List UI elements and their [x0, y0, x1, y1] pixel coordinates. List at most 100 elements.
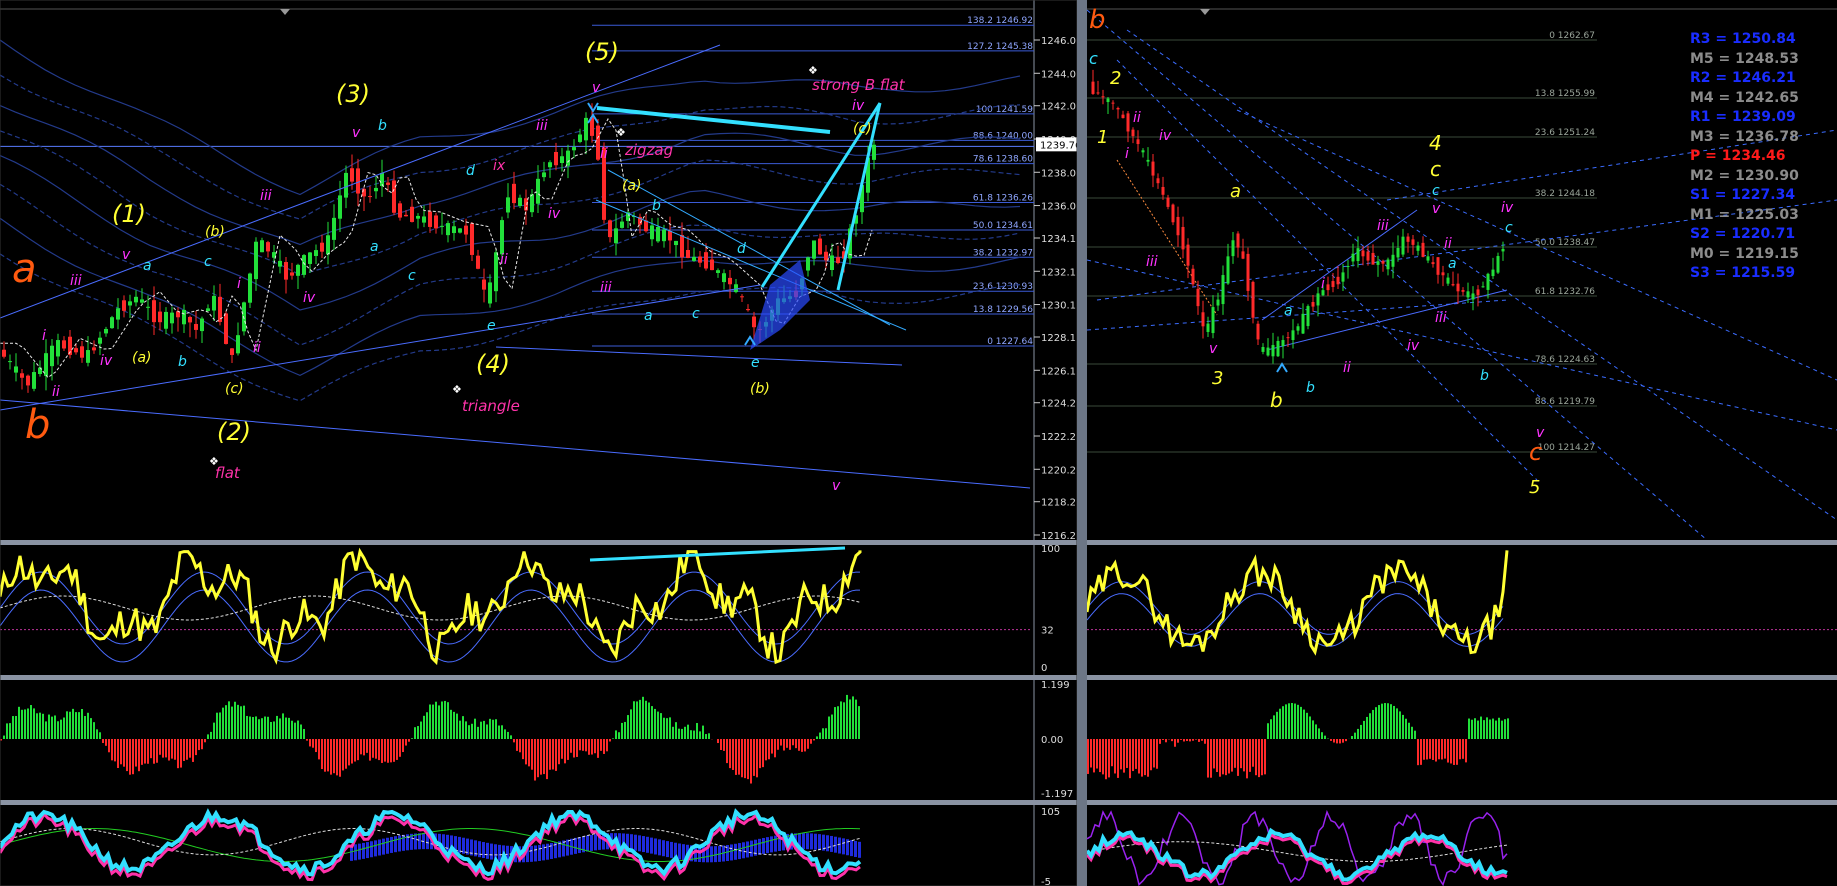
macd-bar [1489, 719, 1491, 739]
macd-bar [1465, 739, 1467, 763]
candle-body [350, 168, 354, 182]
macd-bar [1321, 732, 1323, 739]
macd-bar [1477, 720, 1479, 739]
macd-bar [801, 739, 803, 752]
stoch-hist-bar [746, 841, 749, 858]
candle-body [236, 335, 240, 354]
macd-bar [54, 715, 56, 739]
macd-bar [582, 739, 584, 751]
candle-body [1171, 204, 1175, 223]
fib-level-label: 13.8 1255.99 [1535, 89, 1595, 99]
diamond-marker: ❖ [209, 455, 219, 468]
candle-body [1231, 240, 1235, 257]
macd-bar [1273, 715, 1275, 739]
macd-bar [768, 739, 770, 760]
candle-body [290, 272, 294, 276]
candle-body [1426, 256, 1430, 261]
stoch-hist-bar [658, 839, 661, 856]
macd-bar [462, 716, 464, 739]
macd-bar [276, 715, 278, 739]
macd-bar [93, 722, 95, 739]
macd-bar [687, 724, 689, 739]
candle-body [662, 229, 666, 242]
wave-label-a: a [1230, 181, 1241, 202]
highlight-fill [750, 260, 810, 350]
stoch-hist-bar [394, 836, 397, 853]
macd-bar [1435, 739, 1437, 762]
pivot-points-list: R3 = 1250.84 M5 = 1248.53 R2 = 1246.21 M… [1690, 30, 1830, 284]
macd-bar [648, 702, 650, 739]
wave-sublabel: a [143, 258, 152, 274]
macd-bar [522, 739, 524, 760]
macd-bar [603, 739, 605, 754]
wave-sublabel: v [352, 125, 361, 141]
candle-body [1441, 272, 1445, 276]
trading-workspace: 138.2 1246.92 127.2 1245.38 100 1241.59 88.… [0, 0, 1837, 886]
left-chart-window[interactable]: 138.2 1246.92 127.2 1245.38 100 1241.59 88.… [0, 0, 1077, 886]
macd-bar [1426, 739, 1428, 760]
wave-sublabel: ii [1133, 110, 1141, 126]
candle-body [716, 270, 720, 273]
macd-bar [1138, 739, 1140, 774]
wave-sublabel: i [42, 328, 46, 344]
macd-bar [168, 739, 170, 761]
candle-body [1356, 248, 1360, 262]
macd-bar [639, 699, 641, 739]
macd-bar [507, 731, 509, 739]
candle-body [614, 228, 618, 244]
fib-level-label: 23.6 1251.24 [1535, 128, 1595, 138]
stoch-hist-bar [370, 841, 373, 858]
macd-bar [1186, 739, 1188, 742]
stoch-hist-bar [534, 845, 537, 862]
diamond-marker: ❖ [452, 383, 462, 396]
macd-bar [1255, 739, 1257, 776]
candle-body [110, 317, 114, 329]
candle-body [824, 251, 828, 261]
price-tick-label: 1246.03 [1041, 36, 1077, 47]
macd-bar [372, 739, 374, 758]
macd-bar [699, 731, 701, 739]
candle-body [308, 252, 312, 264]
macd-bar [597, 739, 599, 758]
macd-bar [291, 720, 293, 739]
candle-body [818, 238, 822, 255]
macd-bar [810, 739, 812, 744]
stoch-hist-bar [774, 835, 777, 852]
macd-bar [324, 739, 326, 772]
stoch-hist-bar [390, 836, 393, 853]
candle-body [530, 194, 534, 213]
candle-body [1131, 129, 1135, 137]
macd-bar [327, 739, 329, 772]
candle-body [746, 309, 750, 311]
candle-body [464, 225, 468, 235]
macd-bar [1336, 739, 1338, 744]
macd-bar [339, 739, 341, 777]
macd-bar [477, 726, 479, 739]
candle-body [722, 273, 726, 283]
macd-bar [1090, 739, 1092, 768]
macd-bar [186, 739, 188, 760]
macd-bar [1195, 739, 1197, 740]
candle-body [146, 306, 150, 308]
candle-body [170, 312, 174, 324]
macd-bar [381, 739, 383, 763]
candle-body [320, 242, 324, 252]
macd-bar [777, 739, 779, 750]
rsi-axis-label: 100 [1041, 544, 1060, 555]
candle-body [542, 172, 546, 178]
macd-bar [1303, 709, 1305, 739]
macd-bar [393, 739, 395, 762]
macd-bar [1372, 709, 1374, 739]
macd-bar [1201, 739, 1203, 741]
stoch-hist-bar [838, 837, 841, 854]
macd-bar [1123, 739, 1125, 773]
macd-bar [1474, 718, 1476, 739]
macd-bar [1486, 717, 1488, 739]
macd-bar [21, 709, 23, 739]
macd-bar [795, 739, 797, 749]
window-divider[interactable] [1077, 0, 1087, 886]
macd-bar [1180, 739, 1182, 740]
candle-body [554, 151, 558, 166]
macd-bar [438, 705, 440, 739]
macd-bar [720, 739, 722, 751]
